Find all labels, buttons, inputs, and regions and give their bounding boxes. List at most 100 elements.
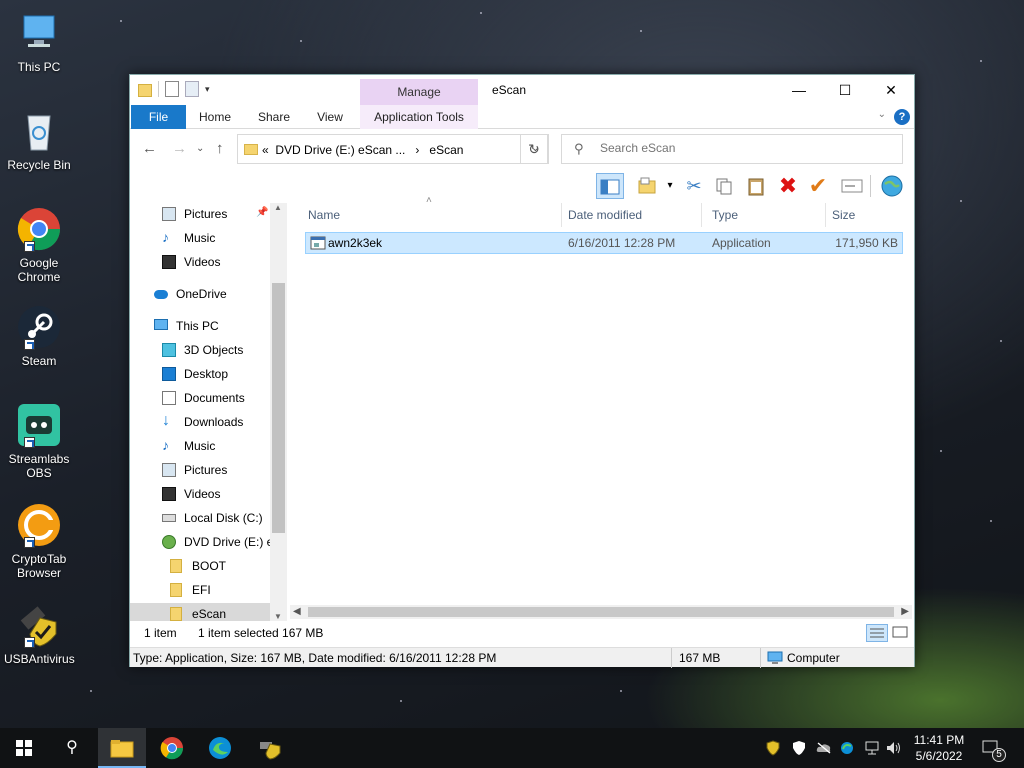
cut-icon[interactable]: ✂ <box>680 173 708 199</box>
search-icon[interactable]: ⚲ <box>48 728 96 768</box>
new-folder-icon[interactable] <box>185 81 199 97</box>
details-bar: Type: Application, Size: 167 MB, Date mo… <box>130 647 914 668</box>
search-box[interactable]: ⚲ <box>561 134 903 164</box>
clock-time: 11:41 PM <box>913 733 965 747</box>
details-view-button[interactable] <box>866 624 888 642</box>
horizontal-scroll-thumb[interactable] <box>308 607 894 617</box>
desktop-icon-label: Steam <box>21 354 57 368</box>
file-explorer-window: ▾ Manage eScan — ☐ ✕ File Home Share Vie… <box>129 74 915 668</box>
maximize-button[interactable]: ☐ <box>822 75 868 105</box>
delete-icon[interactable]: ✖ <box>774 173 802 199</box>
clock-date: 5/6/2022 <box>915 749 963 763</box>
shortcut-arrow-icon <box>24 537 35 548</box>
desktop-icon-label: This PC <box>17 60 61 74</box>
dvd-drive-icon <box>162 535 176 549</box>
onedrive-icon <box>154 290 168 299</box>
column-size[interactable]: Size <box>826 203 906 227</box>
computer-icon <box>16 10 62 56</box>
folder-icon <box>138 83 152 97</box>
breadcrumb-separator[interactable]: › <box>415 143 419 157</box>
breadcrumb-item[interactable]: eScan <box>429 143 463 157</box>
tab-manage[interactable]: Manage <box>360 79 478 105</box>
desktop-icon-usbantivirus[interactable]: USBAntivirus <box>4 602 75 666</box>
customize-qat-icon[interactable]: ▾ <box>205 84 210 95</box>
close-button[interactable]: ✕ <box>868 75 914 105</box>
recent-locations-icon[interactable]: ⌄ <box>196 143 204 154</box>
edge-tray-icon[interactable] <box>840 728 854 768</box>
forward-button[interactable]: → <box>172 140 187 157</box>
up-button[interactable]: ↑ <box>216 140 224 157</box>
address-bar[interactable]: « DVD Drive (E:) eScan ... › eScan ⌄ <box>237 134 549 164</box>
pin-icon[interactable]: 📌 <box>256 207 268 218</box>
expand-ribbon-icon[interactable]: ⌄ <box>878 109 886 120</box>
breadcrumb-overflow[interactable]: « <box>262 143 269 157</box>
details-size: 167 MB <box>679 651 721 665</box>
title-bar[interactable]: ▾ Manage eScan — ☐ ✕ <box>130 75 914 105</box>
breadcrumb-item[interactable]: DVD Drive (E:) eScan ... <box>275 143 405 157</box>
desktop-icon-recycle-bin[interactable]: Recycle Bin <box>4 108 74 172</box>
tab-share[interactable]: Share <box>250 105 298 129</box>
taskbar-usbantivirus[interactable] <box>246 728 294 768</box>
paste-icon[interactable] <box>742 173 770 199</box>
nav-scroll-thumb[interactable] <box>272 283 285 533</box>
desktop-icon-this-pc[interactable]: This PC <box>4 10 74 74</box>
nav-item-escan[interactable]: eScan <box>130 603 270 621</box>
desktop-icon-chrome[interactable]: Google Chrome <box>4 206 74 284</box>
refresh-button[interactable]: ↻ <box>520 134 548 164</box>
volume-icon[interactable] <box>886 728 902 768</box>
scroll-left-icon[interactable]: ◀ <box>293 605 301 619</box>
notification-count-badge: 5 <box>992 748 1006 762</box>
scroll-up-icon[interactable]: ▲ <box>274 203 282 212</box>
file-name: awn2k3ek <box>328 236 383 250</box>
navigation-pane: Pictures 📌 ♪ Music Videos OneDrive This … <box>130 203 286 621</box>
desktop-icon-steam[interactable]: Steam <box>4 304 74 368</box>
globe-icon[interactable] <box>878 173 906 199</box>
tab-file[interactable]: File <box>131 105 186 129</box>
column-name[interactable]: Name <box>302 203 562 227</box>
quick-access-toolbar: ▾ <box>138 81 210 97</box>
desktop-icon-cryptotab[interactable]: CryptoTab Browser <box>4 502 74 580</box>
address-row: ← → ⌄ ↑ « DVD Drive (E:) eScan ... › eSc… <box>130 132 914 166</box>
details-info: Type: Application, Size: 167 MB, Date mo… <box>133 651 497 665</box>
minimize-button[interactable]: — <box>776 75 822 105</box>
properties-icon[interactable] <box>165 81 179 97</box>
shortcut-arrow-icon <box>24 637 35 648</box>
checkmark-icon[interactable]: ✔ <box>804 173 832 199</box>
file-date: 6/16/2011 12:28 PM <box>568 236 676 250</box>
copy-icon[interactable] <box>710 173 738 199</box>
tab-home[interactable]: Home <box>190 105 240 129</box>
pictures-icon <box>162 207 176 221</box>
tab-application-tools[interactable]: Application Tools <box>360 105 478 129</box>
large-icons-view-button[interactable] <box>890 624 912 642</box>
taskbar-file-explorer[interactable] <box>98 728 146 768</box>
tab-view[interactable]: View <box>308 105 352 129</box>
chrome-icon <box>16 206 62 252</box>
rename-icon[interactable] <box>838 173 866 199</box>
desktop-icon-streamlabs[interactable]: Streamlabs OBS <box>4 402 74 480</box>
help-icon[interactable]: ? <box>894 109 910 125</box>
file-type: Application <box>712 236 771 250</box>
system-clock[interactable]: 11:41 PM 5/6/2022 <box>906 732 972 764</box>
desktop-icon-label: Recycle Bin <box>7 158 71 172</box>
horizontal-scrollbar[interactable]: ◀ ▶ <box>290 605 912 619</box>
taskbar-edge[interactable] <box>196 728 244 768</box>
preview-pane-icon[interactable] <box>596 173 624 199</box>
windows-security-icon[interactable] <box>792 728 806 768</box>
network-icon[interactable] <box>864 728 880 768</box>
onedrive-offline-icon[interactable] <box>816 728 832 768</box>
taskbar-chrome[interactable] <box>148 728 196 768</box>
notification-center-icon[interactable]: 5 <box>982 728 1006 768</box>
back-button[interactable]: ← <box>142 140 157 157</box>
column-type[interactable]: Type <box>706 203 826 227</box>
scroll-down-icon[interactable]: ▼ <box>274 612 282 621</box>
folder-icon <box>170 583 182 597</box>
scroll-right-icon[interactable]: ▶ <box>901 605 909 619</box>
column-date-modified[interactable]: Date modified <box>562 203 702 227</box>
nav-scrollbar[interactable]: ▲ ▼ <box>270 203 287 621</box>
desktop-icon-label: Google Chrome <box>17 256 61 284</box>
table-row[interactable]: awn2k3ek 6/16/2011 12:28 PM Application … <box>305 232 903 254</box>
search-input[interactable] <box>600 141 890 155</box>
start-button[interactable] <box>0 728 48 768</box>
ribbon-tabs: File Home Share View Application Tools ⌄… <box>130 105 914 129</box>
security-shield-icon[interactable] <box>766 728 780 768</box>
